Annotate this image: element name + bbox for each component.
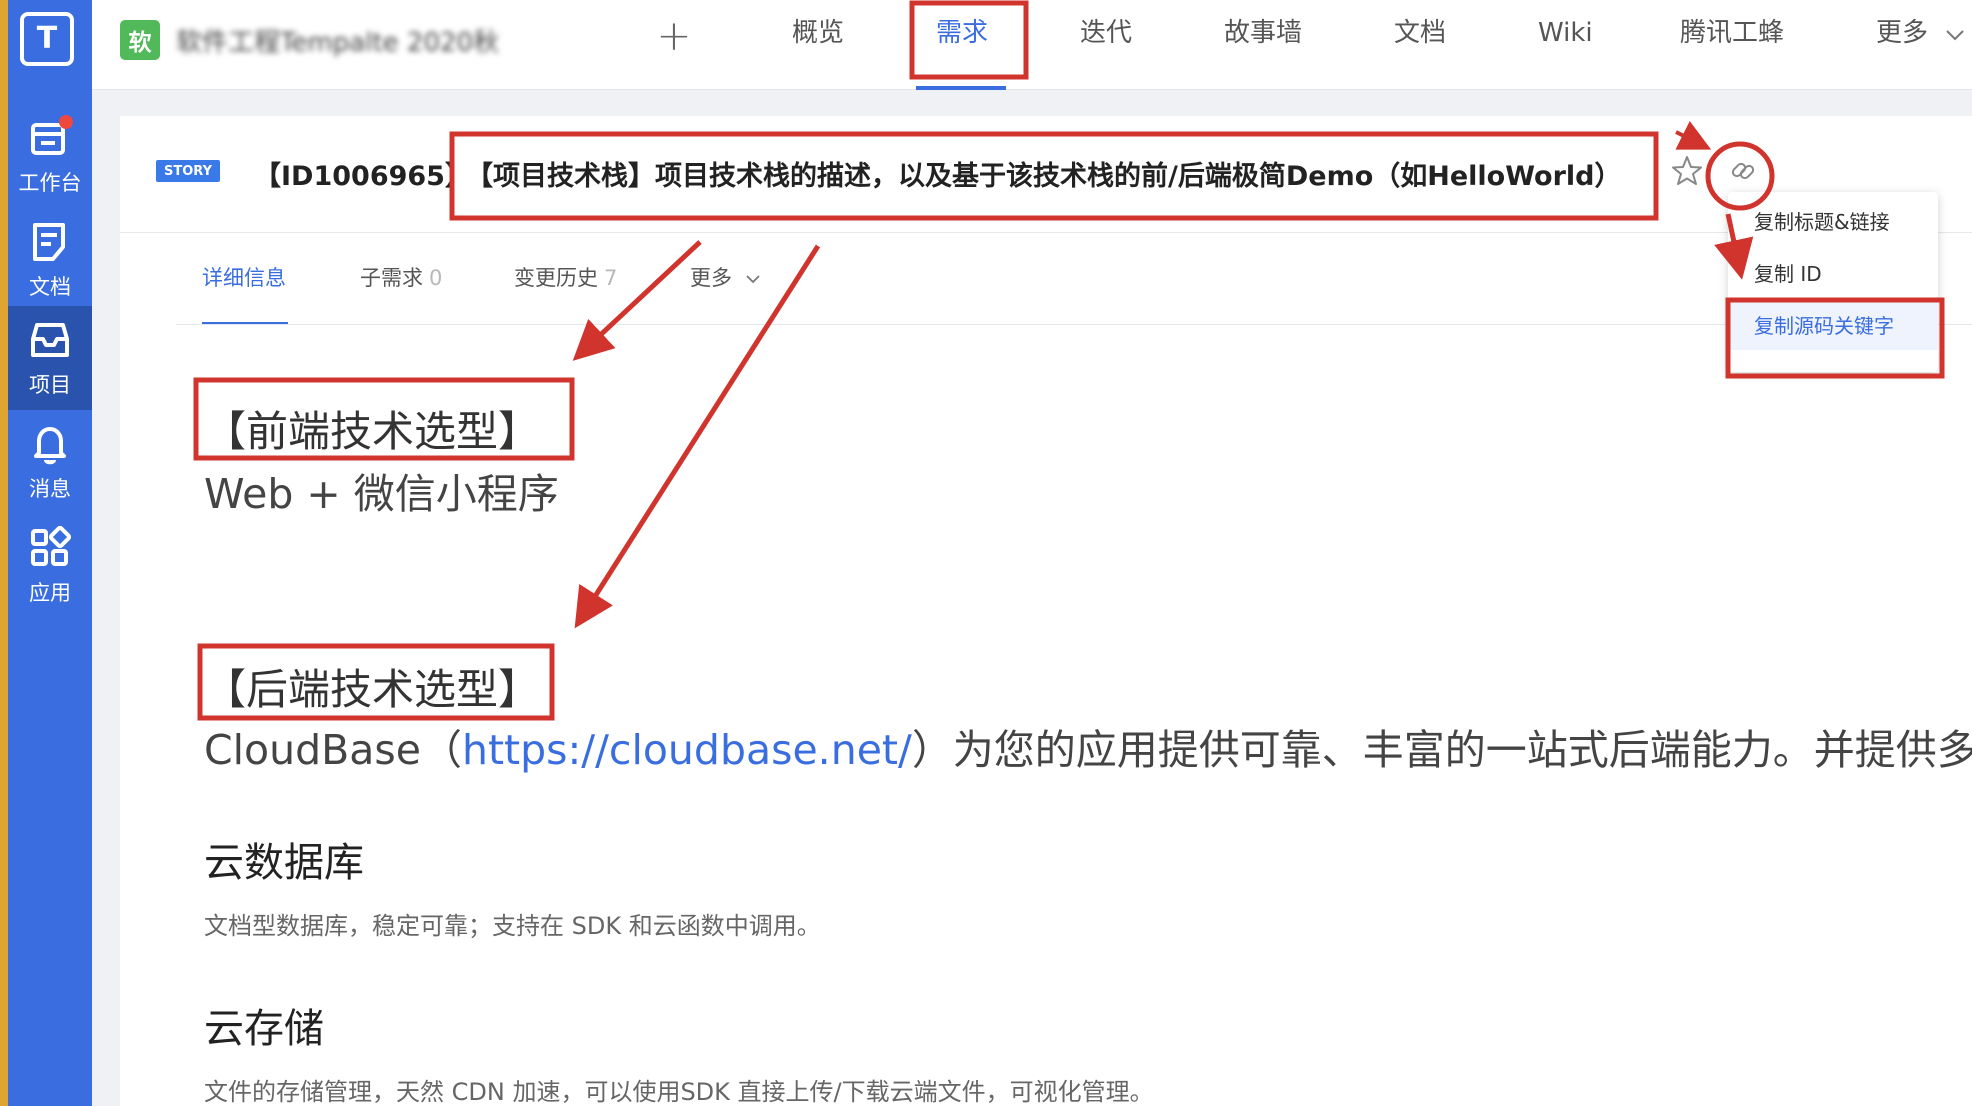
sidebar-item-messages[interactable]: 消息 [8, 410, 92, 514]
tab-more-options[interactable]: 更多 [690, 262, 761, 292]
apps-icon [27, 525, 73, 571]
database-text: 文档型数据库，稳定可靠；支持在 SDK 和云函数中调用。 [204, 912, 821, 940]
cloudbase-link[interactable]: https://cloudbase.net/ [462, 726, 912, 774]
frontend-text: Web + 微信小程序 [204, 470, 559, 518]
header-divider [120, 232, 1972, 233]
notification-dot [59, 115, 73, 129]
tab-change-history[interactable]: 变更历史 7 [514, 262, 617, 292]
sidebar-item-project[interactable]: 项目 [8, 306, 92, 410]
active-tab-indicator [916, 86, 1006, 90]
tab-documents[interactable]: 文档 [1394, 0, 1446, 66]
logo-char: T [36, 21, 58, 56]
tab-label: 变更历史 [514, 266, 598, 290]
backend-text: CloudBase（https://cloudbase.net/）为您的应用提供… [204, 716, 1972, 776]
tab-requirements[interactable]: 需求 [936, 0, 988, 66]
tabs-divider [176, 324, 1972, 325]
story-type-tag: STORY [156, 160, 220, 182]
tab-count: 7 [604, 266, 618, 290]
story-title[interactable]: 【项目技术栈】项目技术栈的描述，以及基于该技术栈的前/后端极简Demo（如Hel… [466, 154, 1622, 193]
sidebar-item-label: 应用 [29, 581, 71, 605]
project-name[interactable]: 软件工程Tempalte 2020秋 [176, 22, 506, 58]
tab-label: 详细信息 [202, 266, 286, 290]
story-id: 【ID1006965】 [254, 161, 472, 192]
storage-heading: 云存储 [204, 1006, 324, 1052]
sidebar-item-docs[interactable]: 文档 [8, 208, 92, 312]
star-icon[interactable] [1670, 154, 1704, 188]
tab-iterations[interactable]: 迭代 [1080, 0, 1132, 66]
tab-story-wall[interactable]: 故事墙 [1224, 0, 1302, 66]
tab-wiki[interactable]: Wiki [1538, 0, 1593, 66]
sidebar-item-workbench[interactable]: 工作台 [8, 104, 92, 208]
sidebar-item-label: 文档 [29, 275, 71, 299]
menu-item-copy-title-link[interactable]: 复制标题&链接 [1728, 198, 1938, 246]
sidebar-item-apps[interactable]: 应用 [8, 514, 92, 618]
tab-sub-requirements[interactable]: 子需求 0 [360, 262, 442, 292]
database-heading: 云数据库 [204, 840, 364, 886]
menu-item-copy-source-keyword[interactable]: 复制源码关键字 [1728, 302, 1938, 350]
sidebar: T 工作台 文档 项目 消息 应用 [0, 0, 92, 1106]
workbench-icon [27, 115, 73, 161]
project-icon [27, 317, 73, 363]
frontend-heading: 【前端技术选型】 [204, 407, 541, 456]
link-icon[interactable] [1726, 154, 1760, 188]
sidebar-item-label: 工作台 [18, 171, 82, 195]
document-icon [27, 219, 73, 265]
backend-suffix: ）为您的应用提供可靠、丰富的一站式后端能力。并提供多 [911, 726, 1972, 774]
copy-dropdown-menu: 复制标题&链接 复制 ID 复制源码关键字 [1728, 192, 1938, 372]
tapd-logo[interactable]: T [20, 12, 74, 66]
sidebar-item-label: 消息 [29, 477, 71, 501]
top-nav-bar: 软 软件工程Tempalte 2020秋 + 概览 需求 迭代 故事墙 文档 W… [92, 0, 1972, 90]
tab-more[interactable]: 更多 [1876, 0, 1928, 66]
tab-count: 0 [429, 266, 443, 290]
tab-label: 子需求 [360, 266, 423, 290]
tab-label: 更多 [690, 266, 732, 290]
tab-details[interactable]: 详细信息 [202, 262, 286, 292]
backend-prefix: CloudBase（ [204, 726, 462, 774]
add-button[interactable]: + [652, 14, 696, 58]
tab-overview[interactable]: 概览 [792, 0, 844, 66]
storage-text: 文件的存储管理，天然 CDN 加速，可以使用SDK 直接上传/下载云端文件，可视… [204, 1078, 1154, 1106]
story-detail-card: STORY 【ID1006965】 【项目技术栈】项目技术栈的描述，以及基于该技… [120, 116, 1972, 1106]
app-window: T 工作台 文档 项目 消息 应用 软 软件工程Tempalte 2020秋 +… [0, 0, 1972, 1106]
chevron-down-icon[interactable] [1944, 24, 1966, 46]
bell-icon [27, 421, 73, 467]
chevron-down-icon [746, 275, 760, 284]
project-badge: 软 [120, 20, 160, 60]
backend-heading: 【后端技术选型】 [204, 665, 541, 714]
sidebar-item-label: 项目 [29, 373, 71, 397]
menu-item-copy-id[interactable]: 复制 ID [1728, 250, 1938, 298]
tab-tencent-gongfeng[interactable]: 腾讯工蜂 [1680, 0, 1784, 66]
